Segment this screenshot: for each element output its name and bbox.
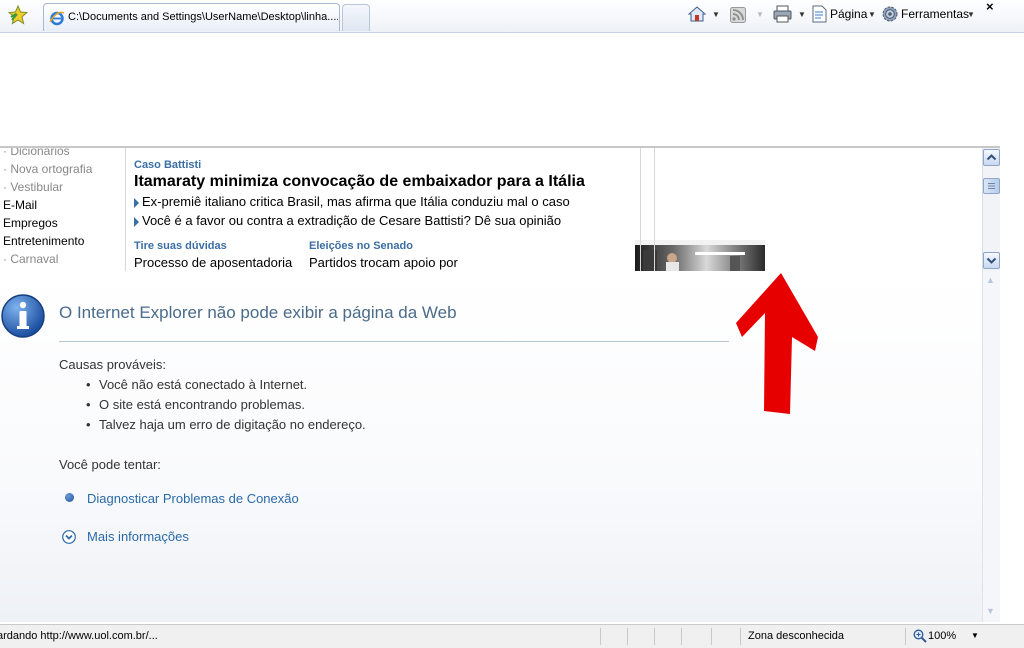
menu-item-email[interactable]: E-Mail (3, 198, 37, 212)
scroll-thumb[interactable] (983, 178, 1000, 194)
error-page: O Internet Explorer não pode exibir a pá… (0, 271, 982, 622)
chevron-down-icon (986, 257, 997, 264)
chevron-up-icon (986, 154, 997, 161)
status-bar: ardando http://www.uol.com.br/... Zona d… (0, 624, 1024, 648)
tools-dropdown-icon[interactable]: ▼ (967, 10, 975, 19)
tab-active[interactable]: C:\Documents and Settings\UserName\Deskt… (43, 3, 340, 31)
close-icon[interactable]: × (986, 0, 994, 14)
section-text-aposentadoria[interactable]: Processo de aposentadoria (134, 255, 292, 270)
try-heading: Você pode tentar: (59, 457, 161, 472)
status-separator (711, 628, 712, 645)
section-title-eleicoes[interactable]: Eleições no Senado (309, 240, 413, 252)
tools-menu-label[interactable]: Ferramentas (901, 7, 969, 21)
scroll-down-button[interactable] (983, 252, 1000, 269)
arrow-right-icon (134, 216, 139, 227)
news-kicker[interactable]: Caso Battisti (134, 159, 201, 171)
more-info-link[interactable]: Mais informações (87, 529, 189, 544)
cause-item: O site está encontrando problemas. (86, 397, 305, 412)
favorites-star-icon[interactable] (8, 5, 28, 25)
tab-title: C:\Documents and Settings\UserName\Deskt… (68, 11, 338, 23)
page-scrollbar[interactable]: ▲ ▼ (982, 271, 1000, 622)
scroll-up-button[interactable] (983, 149, 1000, 166)
window-edge (1000, 33, 1024, 623)
news-sub-text-1: Ex-premiê italiano critica Brasil, mas a… (142, 194, 570, 209)
home-dropdown-icon[interactable]: ▼ (712, 10, 720, 19)
zoom-level[interactable]: 100% (928, 630, 956, 642)
menu-item-carnaval[interactable]: · Carnaval (3, 252, 58, 266)
arrow-right-icon (134, 197, 139, 208)
menu-item-empregos[interactable]: Empregos (3, 216, 58, 230)
blank-content-area (0, 33, 1001, 145)
frame-scrollbar[interactable] (982, 148, 1000, 271)
new-tab-button[interactable] (342, 4, 370, 31)
section-text-partidos[interactable]: Partidos trocam apoio por (309, 255, 458, 270)
status-separator (740, 628, 741, 645)
column-divider (125, 148, 126, 271)
embedded-frame: · Dicionários · Nova ortografia · Vestib… (0, 146, 1000, 273)
ie-page-icon (49, 11, 65, 26)
print-icon[interactable] (773, 5, 792, 23)
status-separator (600, 628, 601, 645)
page-menu-label[interactable]: Página (830, 7, 867, 21)
menu-item-entretenimento[interactable]: Entretenimento (3, 234, 84, 248)
title-divider (59, 341, 729, 342)
column-divider (654, 148, 655, 271)
status-separator (905, 628, 906, 645)
news-sub-link-1[interactable]: Ex-premiê italiano critica Brasil, mas a… (134, 194, 570, 209)
security-zone[interactable]: Zona desconhecida (748, 630, 844, 642)
status-separator (681, 628, 682, 645)
status-separator (654, 628, 655, 645)
info-icon (1, 294, 45, 338)
status-separator (627, 628, 628, 645)
causes-heading: Causas prováveis: (59, 357, 166, 372)
browser-toolbar: C:\Documents and Settings\UserName\Deskt… (0, 0, 1024, 33)
menu-item-dicionarios[interactable]: · Dicionários (3, 148, 70, 158)
column-divider (640, 148, 641, 271)
chevron-down-icon[interactable]: ▼ (986, 606, 995, 616)
zoom-icon[interactable] (913, 629, 927, 643)
news-headline[interactable]: Itamaraty minimiza convocação de embaixa… (134, 173, 585, 191)
diagnose-connection-link[interactable]: Diagnosticar Problemas de Conexão (87, 491, 299, 506)
print-dropdown-icon[interactable]: ▼ (798, 10, 806, 19)
page-dropdown-icon[interactable]: ▼ (868, 10, 876, 19)
gear-icon[interactable] (881, 5, 899, 23)
feeds-dropdown-icon[interactable]: ▼ (756, 10, 764, 19)
news-sub-text-2: Você é a favor ou contra a extradição de… (142, 213, 562, 228)
red-arrow-annotation (736, 273, 818, 414)
menu-item-nova-ortografia[interactable]: · Nova ortografia (3, 162, 92, 176)
feeds-icon[interactable] (730, 7, 746, 23)
cause-item: Você não está conectado à Internet. (86, 377, 307, 392)
zoom-dropdown-icon[interactable]: ▼ (971, 631, 979, 640)
bullet-icon (65, 493, 74, 502)
home-icon[interactable] (688, 5, 706, 23)
cause-item: Talvez haja um erro de digitação no ende… (86, 417, 366, 432)
status-text: ardando http://www.uol.com.br/... (0, 630, 158, 642)
expand-down-icon[interactable] (62, 530, 76, 544)
section-title-duvidas[interactable]: Tire suas dúvidas (134, 240, 227, 252)
menu-item-vestibular[interactable]: · Vestibular (3, 180, 63, 194)
news-sub-link-2[interactable]: Você é a favor ou contra a extradição de… (134, 213, 561, 228)
grip-icon (988, 183, 995, 189)
chevron-up-icon[interactable]: ▲ (986, 275, 995, 285)
page-icon[interactable] (812, 5, 828, 23)
error-title: O Internet Explorer não pode exibir a pá… (59, 303, 457, 322)
